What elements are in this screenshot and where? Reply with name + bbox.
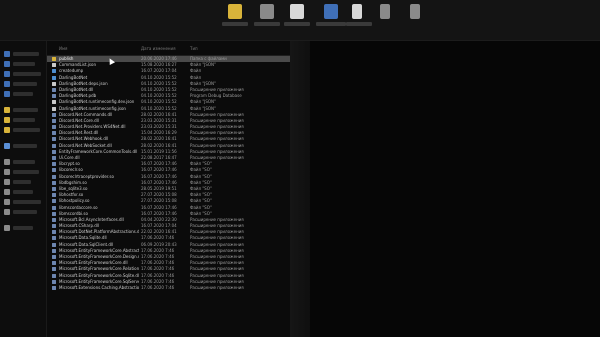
json-file-icon (52, 100, 56, 105)
folder-icon[interactable] (228, 4, 242, 19)
select-all-icon[interactable] (324, 4, 338, 19)
column-header-type[interactable]: Тип (190, 46, 198, 51)
so-file-icon (52, 193, 56, 198)
nav-item[interactable] (4, 225, 42, 231)
folder-icon (52, 57, 56, 61)
network-icon (4, 225, 10, 231)
column-header-date[interactable]: Дата изменения (141, 46, 176, 51)
dll-file-icon (52, 267, 56, 272)
pictures-icon (4, 91, 10, 97)
size-column (290, 41, 310, 337)
dll-file-icon (52, 118, 56, 123)
so-file-icon (52, 180, 56, 185)
ribbon-label-placeholder (254, 22, 280, 26)
column-header-name[interactable]: Имя (59, 46, 67, 51)
invert-selection-icon[interactable] (410, 4, 420, 19)
nav-item[interactable] (4, 117, 42, 123)
preview-pane (310, 41, 600, 337)
navigation-pane (0, 41, 47, 337)
so-file-icon (52, 174, 56, 179)
so-file-icon (52, 168, 56, 173)
downloads-icon (4, 71, 10, 77)
page-icon[interactable] (352, 4, 362, 19)
video-icon (4, 179, 10, 185)
file-rows: publish 20.06.2020 17:46 Папка с файлами Co… (47, 56, 290, 291)
file-icon (52, 75, 56, 80)
dll-file-icon (52, 87, 56, 92)
folder-icon (4, 107, 10, 113)
ribbon-label-placeholder (316, 22, 346, 26)
desktop-icon (4, 61, 10, 67)
nav-item[interactable] (4, 189, 42, 195)
dll-file-icon (52, 273, 56, 278)
pdb-file-icon (52, 94, 56, 99)
nav-item[interactable] (4, 209, 42, 215)
music-icon (4, 189, 10, 195)
folder-icon (4, 117, 10, 123)
file-date: 17.06.2020 7:46 (141, 284, 175, 290)
drive-icon (4, 199, 10, 205)
dll-file-icon (52, 156, 56, 160)
drive-icon (4, 209, 10, 215)
nav-item[interactable] (4, 107, 42, 113)
json-file-icon (52, 81, 56, 86)
json-file-icon (52, 106, 56, 111)
dll-file-icon (52, 224, 56, 229)
dll-file-icon (52, 131, 56, 136)
nav-item[interactable] (4, 61, 42, 67)
nav-item[interactable] (4, 81, 42, 87)
nav-item[interactable] (4, 159, 42, 165)
this-pc-icon (4, 159, 10, 165)
file-list: Имя Дата изменения Тип publish 20.06.2020… (47, 41, 290, 337)
nav-item[interactable] (4, 169, 42, 175)
dll-file-icon (52, 261, 56, 266)
column-header: Имя Дата изменения Тип (47, 41, 290, 56)
nav-item[interactable] (4, 127, 42, 133)
dll-file-icon (52, 285, 56, 290)
ribbon-label-placeholder (222, 22, 248, 26)
dll-file-icon (52, 217, 56, 222)
dll-file-icon (52, 149, 56, 154)
nav-item[interactable] (4, 179, 42, 185)
so-file-icon (52, 205, 56, 210)
history-icon[interactable] (380, 4, 390, 19)
documents-icon (4, 81, 10, 87)
folder-icon (4, 127, 10, 133)
dll-file-icon (52, 255, 56, 259)
file-icon (52, 69, 56, 74)
properties-icon[interactable] (260, 4, 274, 19)
onedrive-icon (4, 143, 10, 149)
dll-file-icon (52, 279, 56, 284)
dll-file-icon (52, 137, 56, 142)
dll-file-icon (52, 236, 56, 241)
ribbon-label-placeholder (346, 22, 372, 26)
file-name: Microsoft.Extensions.Caching.Abstractio.… (59, 284, 139, 290)
quick-access-icon (4, 51, 10, 57)
ribbon-label-placeholder (284, 22, 310, 26)
dll-file-icon (52, 143, 56, 148)
explorer-ribbon (0, 0, 600, 41)
file-type: Расширение приложения (190, 284, 244, 290)
dll-file-icon (52, 125, 56, 130)
dll-file-icon (52, 112, 56, 117)
nav-item[interactable] (4, 143, 42, 149)
nav-item[interactable] (4, 71, 42, 77)
nav-item[interactable] (4, 199, 42, 205)
so-file-icon (52, 199, 56, 204)
json-file-icon (52, 63, 56, 68)
dll-file-icon (52, 230, 56, 235)
file-row[interactable]: Microsoft.Extensions.Caching.Abstractio.… (47, 285, 290, 291)
nav-item[interactable] (4, 51, 42, 57)
so-file-icon (52, 162, 56, 167)
open-icon[interactable] (290, 4, 304, 19)
nav-item[interactable] (4, 91, 42, 97)
3d-objects-icon (4, 169, 10, 175)
dll-file-icon (52, 248, 56, 253)
so-file-icon (52, 211, 56, 216)
dll-file-icon (52, 242, 56, 247)
so-file-icon (52, 186, 56, 191)
